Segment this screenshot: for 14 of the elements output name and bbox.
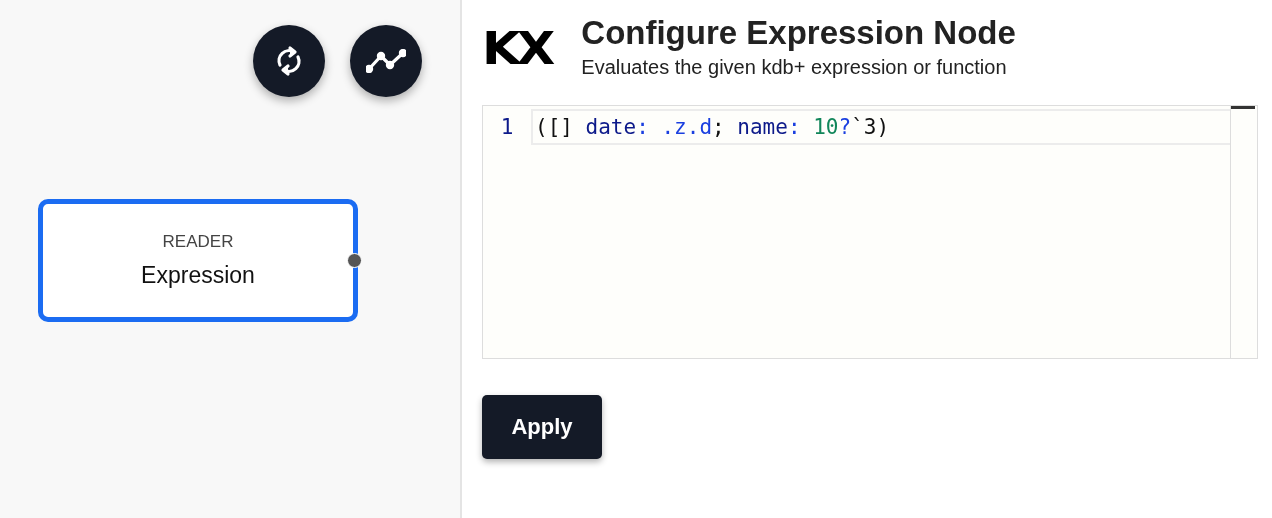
code-line: ([] date: .z.d; name: 10?`3) (531, 109, 1230, 145)
scrollbar[interactable] (1230, 106, 1257, 358)
line-chart-icon (366, 49, 406, 73)
panel-title: Configure Expression Node (581, 14, 1016, 52)
chart-button[interactable] (350, 25, 422, 97)
node-category: READER (162, 232, 234, 252)
apply-button[interactable]: Apply (482, 395, 602, 459)
logo: KX (482, 26, 552, 72)
panel-subtitle: Evaluates the given kdb+ expression or function (581, 56, 1008, 79)
code-editor[interactable]: 1 ([] date: .z.d; name: 10?`3) (482, 105, 1258, 359)
node-name: Expression (141, 262, 255, 289)
refresh-button[interactable] (253, 25, 325, 97)
node-card[interactable]: READER Expression (38, 199, 358, 322)
line-number: 1 (499, 115, 515, 139)
